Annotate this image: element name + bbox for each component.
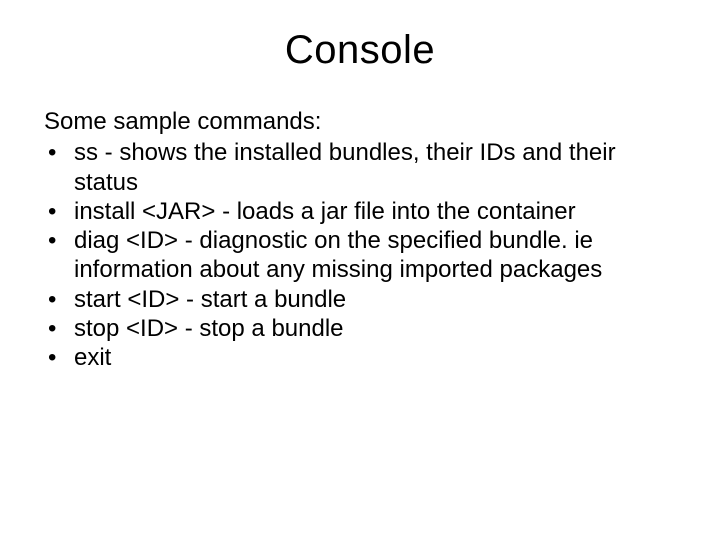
list-item: exit	[44, 343, 676, 372]
slide-title: Console	[44, 28, 676, 73]
list-item: stop <ID> - stop a bundle	[44, 314, 676, 343]
list-item: ss - shows the installed bundles, their …	[44, 138, 676, 197]
bullet-list: ss - shows the installed bundles, their …	[44, 138, 676, 372]
intro-text: Some sample commands:	[44, 107, 676, 136]
list-item: diag <ID> - diagnostic on the specified …	[44, 226, 676, 285]
list-item: install <JAR> - loads a jar file into th…	[44, 197, 676, 226]
slide: Console Some sample commands: ss - shows…	[0, 0, 720, 540]
list-item: start <ID> - start a bundle	[44, 285, 676, 314]
